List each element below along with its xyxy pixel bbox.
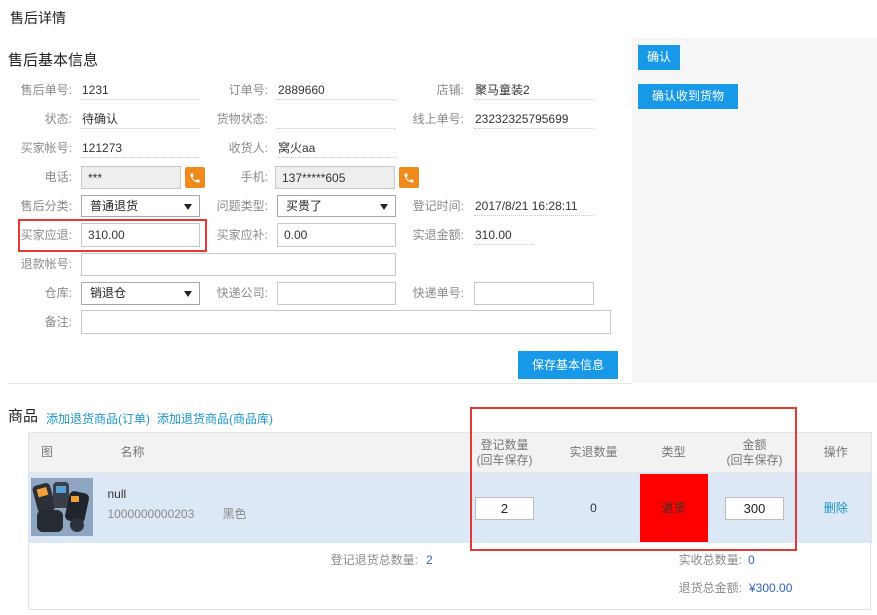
page-title: 售后详情 (10, 10, 66, 26)
actual-refund-value: 310.00 (474, 225, 534, 245)
remark-input[interactable] (81, 310, 611, 334)
receiver-value: 窝火aa (277, 138, 396, 158)
problem-type-selected-value: 买贵了 (286, 199, 323, 213)
express-company-input[interactable] (277, 282, 396, 305)
warehouse-selected-value: 销退仓 (90, 286, 127, 300)
received-total-value: 0 (748, 553, 755, 567)
phone-label: 电话: (44, 170, 72, 184)
problem-type-select[interactable]: 买贵了 (277, 195, 396, 217)
column-header-image: 图 (28, 432, 101, 473)
online-no-value: 23232325795699 (474, 109, 594, 129)
buyer-supplement-input[interactable] (277, 223, 396, 247)
received-total-label: 实收总数量: (678, 553, 742, 567)
register-time-value: 2017/8/21 16:28:11 (474, 196, 594, 216)
thumbnail-cell (28, 472, 101, 544)
highlight-box (18, 219, 207, 252)
highlight-box (470, 407, 797, 551)
warehouse-select[interactable]: 销退仓 (81, 282, 200, 305)
problem-type-label: 问题类型: (216, 199, 268, 213)
goods-summary (28, 543, 871, 610)
caret-down-icon (380, 204, 388, 210)
register-total-value: 2 (426, 553, 433, 567)
refund-total-label: 退货总金额: (678, 581, 742, 595)
category-selected-value: 普通退货 (90, 199, 139, 213)
column-header-name: 名称 (100, 432, 461, 473)
actual-refund-label: 实退金额: (412, 228, 464, 242)
express-no-input[interactable] (474, 282, 594, 305)
refund-account-input[interactable] (81, 253, 396, 276)
mobile-input[interactable] (275, 166, 395, 189)
category-label: 售后分类: (20, 199, 72, 213)
action-cell: 删除 (800, 472, 872, 544)
goods-status-value (277, 109, 396, 129)
status-label: 状态: (44, 112, 72, 126)
add-goods-from-catalog-link[interactable]: 添加退货商品(商品库) (157, 411, 273, 427)
confirm-received-button[interactable]: 确认收到货物 (638, 84, 738, 109)
confirm-button[interactable]: 确认 (638, 45, 680, 70)
phone-input[interactable] (81, 166, 181, 189)
after-sale-no-value: 1231 (81, 80, 200, 100)
shop-value: 聚马童装2 (474, 80, 594, 100)
add-goods-from-order-link[interactable]: 添加退货商品(订单) (46, 411, 150, 427)
caret-down-icon (184, 291, 192, 297)
basic-info-title: 售后基本信息 (8, 52, 99, 69)
buyer-account-value: 121273 (81, 138, 200, 158)
product-code: 1000000000203 (107, 507, 195, 522)
product-thumbnail (31, 477, 93, 536)
refund-total-value: ¥300.00 (749, 581, 793, 595)
caret-down-icon (184, 204, 192, 210)
product-name-cell: null 1000000000203 黑色 (100, 472, 461, 544)
express-no-label: 快递单号: (412, 286, 464, 300)
after-sale-no-label: 售后单号: (20, 83, 72, 97)
product-color: 黑色 (222, 507, 247, 522)
express-company-label: 快递公司: (216, 286, 268, 300)
online-no-label: 线上单号: (412, 112, 464, 126)
warehouse-label: 仓库: (44, 286, 72, 300)
category-select[interactable]: 普通退货 (81, 195, 200, 217)
goods-status-label: 货物状态: (216, 112, 268, 126)
status-value: 待确认 (81, 109, 200, 129)
shop-label: 店铺: (436, 83, 464, 97)
remark-label: 备注: (44, 315, 72, 329)
mobile-label: 手机: (240, 170, 268, 184)
order-no-value: 2889660 (277, 80, 396, 100)
order-no-label: 订单号: (228, 83, 268, 97)
save-basic-info-button[interactable]: 保存基本信息 (518, 351, 618, 379)
delete-link[interactable]: 删除 (824, 501, 848, 515)
column-header-action: 操作 (800, 432, 872, 473)
goods-title: 商品 (8, 408, 39, 425)
refund-account-label: 退款帐号: (20, 257, 72, 271)
register-total-label: 登记退货总数量: (330, 553, 418, 567)
product-name: null (107, 487, 127, 502)
buyer-account-label: 买家帐号: (20, 141, 72, 155)
phone-icon (404, 173, 414, 182)
receiver-label: 收货人: (228, 141, 268, 155)
call-mobile-button[interactable] (399, 167, 419, 188)
register-time-label: 登记时间: (412, 199, 464, 213)
section-divider (8, 383, 632, 384)
